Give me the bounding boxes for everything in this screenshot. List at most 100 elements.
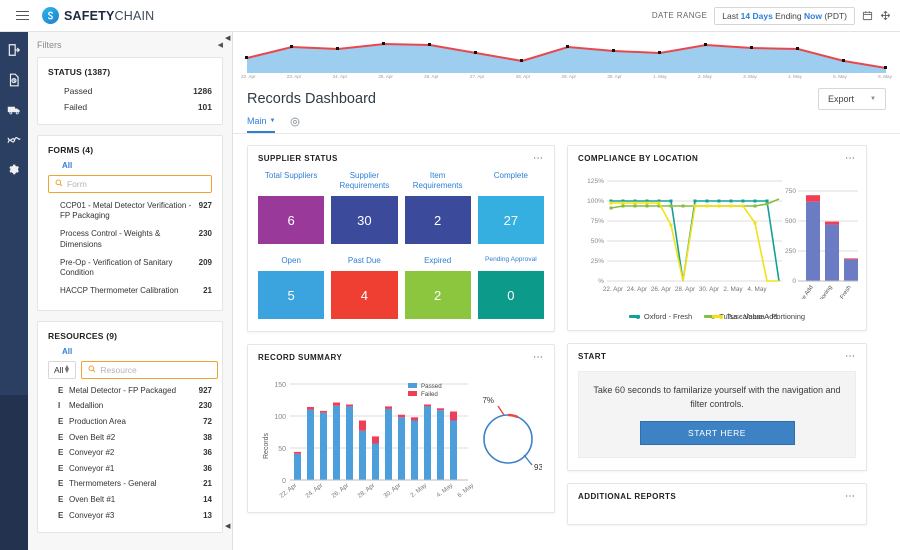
forms-list-item[interactable]: CCP01 - Metal Detector Verification - FP… <box>48 197 212 226</box>
supplier-tile-open[interactable]: Open 5 <box>258 256 324 319</box>
trend-tick: 3. May <box>743 74 757 79</box>
more-dots-icon[interactable]: ⋯ <box>533 156 544 162</box>
scroll-down-arrow-icon[interactable]: ◀ <box>225 522 230 530</box>
resources-filter-title: RESOURCES (9) <box>48 331 212 341</box>
resource-list-item[interactable]: E Conveyor #1 36 <box>48 461 212 477</box>
supplier-tile-past-due[interactable]: Past Due 4 <box>331 256 397 319</box>
forms-list-item[interactable]: HACCP Thermometer Calibration 21 <box>48 283 212 301</box>
supplier-tile-expired[interactable]: Expired 2 <box>405 256 471 319</box>
resource-list-item[interactable]: E Conveyor #3 13 <box>48 507 212 523</box>
tile-value: 30 <box>331 196 397 244</box>
safetychain-logo-icon <box>42 7 59 24</box>
forms-list-item[interactable]: Pre-Op - Verification of Sanitary Condit… <box>48 254 212 283</box>
supplier-tile-total-suppliers[interactable]: Total Suppliers 6 <box>258 171 324 244</box>
forms-all-link[interactable]: All <box>62 161 212 170</box>
analytics-icon[interactable] <box>7 132 22 147</box>
gear-icon[interactable] <box>7 162 22 177</box>
dashboard-grid: SUPPLIER STATUS ⋯ Total Suppliers 6 Supp… <box>233 134 900 536</box>
svg-text:150: 150 <box>274 382 286 389</box>
forms-search-box[interactable] <box>48 175 212 193</box>
forms-list-item[interactable]: Process Control - Weights & Dimensions 2… <box>48 226 212 255</box>
supplier-status-header: SUPPLIER STATUS ⋯ <box>248 146 554 165</box>
resources-all-link[interactable]: All <box>62 347 212 356</box>
collapse-left-icon[interactable]: ◀ <box>218 41 223 49</box>
supplier-tile-supplier-requirements[interactable]: Supplier Requirements 30 <box>331 171 397 244</box>
svg-text:500: 500 <box>785 218 796 225</box>
more-dots-icon[interactable]: ⋯ <box>845 354 856 360</box>
tab-main[interactable]: Main ▼ <box>247 116 275 133</box>
resource-count: 36 <box>203 448 212 457</box>
svg-text:50%: 50% <box>591 238 604 245</box>
resource-label: Metal Detector - FP Packaged <box>69 386 194 395</box>
tile-value: 4 <box>331 271 397 319</box>
svg-text:30. Apr: 30. Apr <box>382 482 402 500</box>
supplier-tile-item-requirements[interactable]: Item Requirements 2 <box>405 171 471 244</box>
trend-sparkline-chart[interactable]: 22. Apr 23. Apr 24. Apr 25. Apr 26. Apr … <box>233 32 900 80</box>
status-label-failed: Failed <box>64 102 87 112</box>
more-dots-icon[interactable]: ⋯ <box>845 494 856 500</box>
record-summary-chart[interactable]: 150100 500 Records <box>256 366 474 506</box>
more-dots-icon[interactable]: ⋯ <box>533 355 544 361</box>
resources-search-box[interactable] <box>81 361 218 379</box>
more-dots-icon[interactable]: ⋯ <box>845 156 856 162</box>
export-label: Export <box>828 94 854 104</box>
svg-text:30. Apr: 30. Apr <box>699 286 720 293</box>
legend-item-tuscaloosa-portioning[interactable]: Tuscaloosa - Portioning <box>712 312 806 321</box>
trend-axis-labels: 22. Apr 23. Apr 24. Apr 25. Apr 26. Apr … <box>241 74 892 79</box>
resource-list-item[interactable]: E Thermometers - General 21 <box>48 476 212 492</box>
document-clock-icon[interactable] <box>7 72 22 87</box>
supplier-tile-pending-approval[interactable]: Pending Approval 0 <box>478 256 544 319</box>
expand-icon[interactable] <box>880 10 891 21</box>
tile-value: 2 <box>405 271 471 319</box>
calendar-icon[interactable] <box>862 10 873 21</box>
resource-label: Conveyor #2 <box>69 448 198 457</box>
pass-fail-donut-chart[interactable]: 7% 93% <box>474 381 542 491</box>
resource-tag: E <box>58 464 64 473</box>
resources-search-input[interactable] <box>100 365 211 375</box>
resource-type-select[interactable]: All ▲▼ <box>48 361 76 379</box>
status-row-failed[interactable]: Failed 101 <box>48 99 212 115</box>
svg-text:26. Apr: 26. Apr <box>651 286 672 293</box>
top-header-bar: SAFETYCHAIN DATE RANGE Last 14 Days Endi… <box>0 0 900 32</box>
svg-text:2. May: 2. May <box>723 286 743 293</box>
trend-tick: 26. Apr <box>424 74 439 79</box>
resources-filter-card: RESOURCES (9) All All ▲▼ E Metal Detecto… <box>37 321 223 533</box>
trend-tick: 22. Apr <box>241 74 256 79</box>
svg-text:Failed: Failed <box>421 391 438 398</box>
truck-icon[interactable] <box>7 102 22 117</box>
legend-item-oxford-fresh[interactable]: Oxford - Fresh <box>629 312 692 321</box>
hamburger-icon[interactable] <box>8 11 36 21</box>
resource-list-item[interactable]: E Metal Detector - FP Packaged 927 <box>48 383 212 399</box>
start-here-button[interactable]: START HERE <box>640 421 795 445</box>
export-button[interactable]: Export ▼ <box>818 88 886 110</box>
brand-logo[interactable]: SAFETYCHAIN <box>42 7 154 24</box>
dashboard-settings-icon[interactable] <box>289 116 301 133</box>
start-card-body: Take 60 seconds to familarize yourself w… <box>578 371 856 458</box>
status-row-passed[interactable]: Passed 1286 <box>48 83 212 99</box>
start-card-text: Take 60 seconds to familarize yourself w… <box>593 384 841 411</box>
exit-icon[interactable] <box>7 42 22 57</box>
resource-list-item[interactable]: E Oven Belt #2 38 <box>48 429 212 445</box>
resource-list-item[interactable]: E Production Area 72 <box>48 414 212 430</box>
tile-label: Expired <box>405 256 471 268</box>
trend-tick: 24. Apr <box>333 74 348 79</box>
resource-list-item[interactable]: E Conveyor #2 36 <box>48 445 212 461</box>
legend-label: Tuscaloosa - Portioning <box>727 312 806 321</box>
supplier-status-row-2: Open 5 Past Due 4 Expired 2 Pending Ap <box>248 256 554 331</box>
forms-search-input[interactable] <box>67 179 205 189</box>
resource-list-item[interactable]: E Oven Belt #1 14 <box>48 492 212 508</box>
supplier-tile-complete[interactable]: Complete 27 <box>478 171 544 244</box>
date-range-selector[interactable]: Last 14 Days Ending Now (PDT) <box>714 7 855 25</box>
svg-text:4. May: 4. May <box>747 286 767 293</box>
tab-main-label: Main <box>247 116 267 126</box>
svg-text:75%: 75% <box>591 218 604 225</box>
page-header: Records Dashboard Export ▼ <box>233 80 900 110</box>
resource-list-item[interactable]: I Medallion 230 <box>48 398 212 414</box>
trend-tick: 30. Apr <box>607 74 622 79</box>
svg-text:26. Apr: 26. Apr <box>330 482 350 500</box>
compliance-charts-svg[interactable]: 125%100% 75%50% 25%% <box>576 169 860 299</box>
start-card: START ⋯ Take 60 seconds to familarize yo… <box>567 343 867 471</box>
svg-text:28. Apr: 28. Apr <box>356 482 376 500</box>
svg-text:4. May: 4. May <box>435 482 455 500</box>
scroll-up-arrow-icon[interactable]: ◀ <box>225 34 230 42</box>
